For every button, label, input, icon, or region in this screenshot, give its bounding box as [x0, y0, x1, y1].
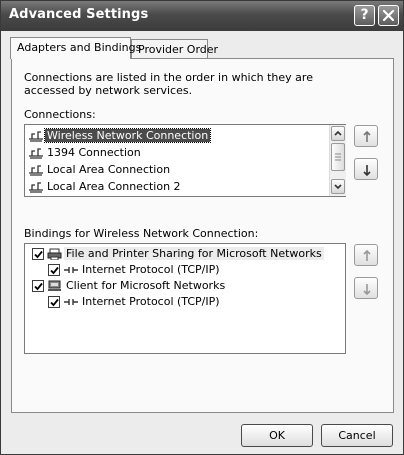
tab-provider-order[interactable]: Provider Order: [131, 39, 218, 59]
help-icon: ?: [360, 7, 369, 23]
connections-label: Connections:: [24, 108, 96, 121]
list-item[interactable]: Internet Protocol (TCP/IP): [63, 293, 222, 310]
advanced-settings-window: Advanced Settings ? Adapters and Binding…: [0, 0, 404, 455]
chevron-up-icon: [334, 130, 342, 136]
binding-checkbox[interactable]: [48, 264, 60, 276]
adapters-bindings-panel: Connections are listed in the order in w…: [11, 58, 394, 413]
window-title: Advanced Settings: [9, 7, 149, 22]
checkmark-icon: [50, 298, 59, 307]
move-binding-up-button[interactable]: [354, 244, 378, 266]
connection-label: Wireless Network Connection: [43, 128, 212, 143]
tab-label: Provider Order: [138, 43, 219, 56]
arrow-down-icon: [363, 284, 371, 296]
printer-share-icon: [47, 248, 62, 260]
tab-label: Adapters and Bindings: [17, 41, 142, 54]
title-bar[interactable]: Advanced Settings ?: [1, 1, 403, 31]
ok-label: OK: [269, 429, 285, 442]
tab-adapters-and-bindings[interactable]: Adapters and Bindings: [10, 37, 141, 59]
binding-checkbox[interactable]: [48, 296, 60, 308]
bindings-list[interactable]: File and Printer Sharing for Microsoft N…: [24, 243, 346, 354]
network-connection-icon: [29, 131, 43, 142]
list-item[interactable]: 1394 Connection: [28, 144, 143, 161]
list-item[interactable]: Client for Microsoft Networks: [47, 277, 227, 294]
client-computer-icon: [48, 280, 61, 291]
arrow-up-icon: [363, 249, 371, 261]
network-connection-icon: [29, 165, 43, 176]
bindings-label: Bindings for Wireless Network Connection…: [24, 227, 259, 240]
description-text: Connections are listed in the order in w…: [24, 71, 313, 97]
checkmark-icon: [34, 282, 43, 291]
list-item[interactable]: Local Area Connection: [28, 161, 172, 178]
ok-button[interactable]: OK: [241, 424, 313, 447]
help-button[interactable]: ?: [354, 5, 375, 26]
move-binding-down-button[interactable]: [354, 277, 378, 299]
list-item[interactable]: File and Printer Sharing for Microsoft N…: [47, 245, 324, 262]
cancel-label: Cancel: [338, 429, 376, 442]
binding-label: Client for Microsoft Networks: [66, 279, 226, 292]
scroll-down-button[interactable]: [331, 179, 345, 194]
list-item[interactable]: Wireless Network Connection: [28, 127, 212, 144]
move-connection-down-button[interactable]: [354, 158, 378, 180]
binding-label: Internet Protocol (TCP/IP): [82, 263, 220, 276]
connections-list[interactable]: Wireless Network Connection 1394 Connect…: [24, 124, 346, 197]
arrow-down-icon: [363, 165, 371, 177]
checkmark-icon: [34, 250, 43, 259]
grip-icon: [335, 153, 341, 161]
move-connection-up-button[interactable]: [354, 125, 378, 147]
close-button[interactable]: [378, 5, 399, 26]
network-connection-icon: [29, 182, 43, 193]
list-item[interactable]: Local Area Connection 2: [28, 178, 183, 195]
connections-scrollbar[interactable]: [329, 125, 346, 196]
scroll-thumb[interactable]: [331, 143, 345, 171]
chevron-down-icon: [334, 184, 342, 190]
binding-label: Internet Protocol (TCP/IP): [82, 295, 220, 308]
binding-checkbox[interactable]: [32, 280, 44, 292]
checkmark-icon: [50, 266, 59, 275]
arrow-up-icon: [363, 130, 371, 142]
cancel-button[interactable]: Cancel: [321, 424, 393, 447]
connection-label: 1394 Connection: [47, 146, 141, 159]
list-item[interactable]: Internet Protocol (TCP/IP): [63, 261, 222, 278]
protocol-icon: [64, 267, 78, 273]
connection-label: Local Area Connection: [47, 163, 171, 176]
protocol-icon: [64, 299, 78, 305]
binding-label: File and Printer Sharing for Microsoft N…: [64, 247, 324, 260]
network-connection-icon: [29, 148, 43, 159]
scroll-up-button[interactable]: [331, 126, 345, 141]
binding-checkbox[interactable]: [32, 248, 44, 260]
connection-label: Local Area Connection 2: [47, 180, 181, 193]
close-icon: [382, 9, 395, 22]
